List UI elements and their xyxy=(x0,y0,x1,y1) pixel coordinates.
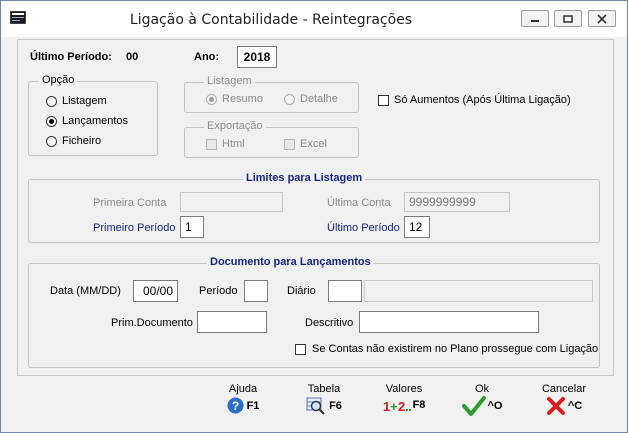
help-button-key: F1 xyxy=(246,399,260,412)
radio-detalhe-label: Detalhe xyxy=(300,93,338,105)
radio-lancamentos[interactable] xyxy=(46,116,57,127)
dialog-window: Ligação à Contabilidade - Reintegrações … xyxy=(0,0,628,433)
radio-resumo[interactable] xyxy=(206,94,217,105)
cancel-button-label: Cancelar xyxy=(541,383,587,395)
year-label: Ano: xyxy=(194,51,220,63)
checkbox-contas[interactable] xyxy=(295,344,306,355)
radio-resumo-label: Resumo xyxy=(222,93,263,105)
main-panel: Último Período: 00 Ano: 2018 Opção Lista… xyxy=(17,39,614,376)
last-period-label: Último Período: xyxy=(30,51,112,63)
ok-button-label: Ok xyxy=(474,383,490,395)
opcao-title: Opção xyxy=(39,74,78,86)
values-icon: 1 + 2 xyxy=(383,399,411,413)
exportacao-group: Exportação Html Excel xyxy=(184,120,359,158)
checkbox-excel-label: Excel xyxy=(300,138,327,150)
radio-detalhe[interactable] xyxy=(284,94,295,105)
ok-button-key: ^O xyxy=(487,400,503,412)
checkbox-contas-label: Se Contas não existirem no Plano prosseg… xyxy=(312,343,599,355)
svg-text:+: + xyxy=(390,399,398,413)
checkbox-excel[interactable] xyxy=(284,139,295,150)
checkmark-icon xyxy=(461,396,486,416)
minimize-icon xyxy=(531,19,539,22)
values-button-label: Valores xyxy=(385,383,423,395)
window-title: Ligação à Contabilidade - Reintegrações xyxy=(129,12,413,28)
primeira-conta-field[interactable] xyxy=(180,192,283,212)
table-button-label: Tabela xyxy=(307,383,341,395)
year-field[interactable]: 2018 xyxy=(237,46,277,68)
ultima-conta-label: Última Conta xyxy=(327,197,391,209)
data-field[interactable]: 00/00 xyxy=(133,280,178,302)
primeiro-periodo-label: Primeiro Período xyxy=(93,222,176,234)
descritivo-field[interactable] xyxy=(359,311,539,333)
listagem-title: Listagem xyxy=(204,75,255,87)
periodo-label: Período xyxy=(199,285,238,297)
values-button-key: F8 xyxy=(412,399,426,411)
limites-title: Limites para Listagem xyxy=(243,172,366,184)
radio-ficheiro[interactable] xyxy=(46,136,57,147)
exportacao-title: Exportação xyxy=(204,120,266,132)
prim-documento-label: Prim.Documento xyxy=(111,317,193,329)
cross-icon xyxy=(546,397,565,415)
ultimo-periodo-value: 12 xyxy=(409,220,423,234)
ultimo-periodo-field[interactable]: 12 xyxy=(404,216,430,238)
opcao-group: Opção Listagem Lançamentos Ficheiro xyxy=(28,74,158,156)
ultima-conta-value: 9999999999 xyxy=(409,195,476,209)
magnifier-table-icon xyxy=(306,397,325,415)
values-button[interactable]: Valores 1 + 2 F8 xyxy=(379,383,429,429)
svg-text:2: 2 xyxy=(398,399,405,413)
primeiro-periodo-field[interactable]: 1 xyxy=(180,216,204,238)
checkbox-html-label: Html xyxy=(222,138,245,150)
documento-title: Documento para Lançamentos xyxy=(207,256,374,268)
table-button-key: F6 xyxy=(329,400,342,412)
primeira-conta-label: Primeira Conta xyxy=(93,197,167,209)
periodo-field[interactable] xyxy=(244,280,268,302)
documento-group: Documento para Lançamentos Data (MM/DD) … xyxy=(28,256,600,368)
ok-button[interactable]: Ok ^O xyxy=(459,383,505,429)
table-button[interactable]: Tabela F6 xyxy=(299,383,349,429)
ultimo-periodo-label: Último Período xyxy=(327,222,400,234)
help-button[interactable]: Ajuda ? F1 xyxy=(220,383,266,429)
restore-button[interactable] xyxy=(554,10,582,27)
checkbox-so-aumentos-label: Só Aumentos (Após Última Ligação) xyxy=(394,94,571,106)
radio-ficheiro-label: Ficheiro xyxy=(62,135,102,147)
year-value: 2018 xyxy=(243,50,271,64)
radio-lancamentos-label: Lançamentos xyxy=(62,115,129,127)
prim-documento-field[interactable] xyxy=(197,311,267,333)
diario-desc-field xyxy=(364,280,593,302)
primeiro-periodo-value: 1 xyxy=(185,220,192,234)
radio-listagem-label: Listagem xyxy=(62,95,107,107)
cancel-button[interactable]: Cancelar ^C xyxy=(537,383,591,429)
data-value: 00/00 xyxy=(142,284,173,298)
restore-icon xyxy=(563,14,573,23)
data-label: Data (MM/DD) xyxy=(50,285,121,297)
close-button[interactable] xyxy=(588,10,616,27)
help-button-label: Ajuda xyxy=(228,383,258,395)
checkbox-html[interactable] xyxy=(206,139,217,150)
descritivo-label: Descritivo xyxy=(305,317,354,329)
diario-code-field[interactable] xyxy=(328,280,362,302)
close-icon xyxy=(597,13,607,24)
cancel-button-key: ^C xyxy=(567,400,583,412)
last-period-value: 00 xyxy=(126,51,139,63)
help-icon: ? xyxy=(227,397,244,414)
title-bar: Ligação à Contabilidade - Reintegrações xyxy=(1,1,627,37)
listagem-group: Listagem Resumo Detalhe xyxy=(184,75,359,113)
ultima-conta-field[interactable]: 9999999999 xyxy=(404,192,510,212)
radio-listagem[interactable] xyxy=(46,96,57,107)
checkbox-so-aumentos[interactable] xyxy=(378,95,389,106)
minimize-button[interactable] xyxy=(521,10,549,27)
diario-label: Diário xyxy=(287,285,316,297)
limites-group: Limites para Listagem Primeira Conta Últ… xyxy=(28,172,600,243)
svg-text:?: ? xyxy=(231,399,238,413)
